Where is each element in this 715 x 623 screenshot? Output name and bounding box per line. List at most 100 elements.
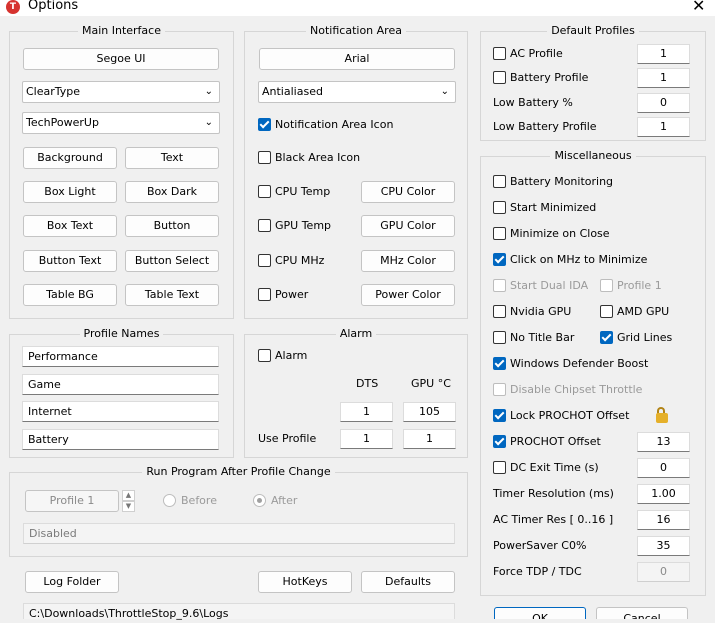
use-profile-gpu-input[interactable]: 1 bbox=[403, 429, 456, 449]
cpu-temp-checkbox[interactable]: CPU Temp bbox=[258, 185, 330, 198]
checkbox-icon bbox=[258, 254, 271, 267]
background-color-button[interactable]: Background bbox=[23, 147, 117, 169]
minimize-on-close-checkbox[interactable]: Minimize on Close bbox=[493, 227, 610, 240]
cancel-button[interactable]: Cancel bbox=[596, 607, 688, 619]
gpu-temp-checkbox[interactable]: GPU Temp bbox=[258, 219, 331, 232]
click-mhz-minimize-checkbox[interactable]: Click on MHz to Minimize bbox=[493, 253, 647, 266]
profile1-checkbox[interactable]: Profile 1 bbox=[600, 279, 662, 292]
chevron-down-icon: ⌄ bbox=[204, 117, 213, 128]
box-light-button[interactable]: Box Light bbox=[23, 181, 117, 203]
gpu-color-button[interactable]: GPU Color bbox=[361, 215, 455, 237]
default-profiles-title: Default Profiles bbox=[547, 24, 639, 37]
no-title-bar-checkbox[interactable]: No Title Bar bbox=[493, 331, 574, 344]
ac-profile-input[interactable]: 1 bbox=[637, 44, 690, 64]
low-battery-profile-label: Low Battery Profile bbox=[493, 120, 597, 133]
lock-icon bbox=[656, 407, 670, 423]
checkbox-checked-icon bbox=[493, 357, 506, 370]
battery-profile-checkbox[interactable]: Battery Profile bbox=[493, 71, 588, 84]
radio-selected-icon bbox=[253, 494, 266, 507]
prochot-offset-input[interactable]: 13 bbox=[637, 432, 690, 452]
after-radio[interactable]: After bbox=[253, 494, 297, 507]
start-dual-ida-checkbox[interactable]: Start Dual IDA bbox=[493, 279, 588, 292]
run-program-profile-button[interactable]: Profile 1 bbox=[25, 490, 119, 512]
checkbox-checked-icon bbox=[258, 118, 271, 131]
alarm-checkbox[interactable]: Alarm bbox=[258, 349, 307, 362]
checkbox-icon bbox=[493, 331, 506, 344]
log-folder-button[interactable]: Log Folder bbox=[25, 571, 119, 593]
power-checkbox[interactable]: Power bbox=[258, 288, 308, 301]
text-color-button[interactable]: Text bbox=[125, 147, 219, 169]
defaults-button[interactable]: Defaults bbox=[361, 571, 455, 593]
profile-names-title: Profile Names bbox=[79, 327, 164, 340]
mhz-color-button[interactable]: MHz Color bbox=[361, 250, 455, 272]
grid-lines-checkbox[interactable]: Grid Lines bbox=[600, 331, 672, 344]
profile-name-4-input[interactable]: Battery bbox=[22, 429, 219, 450]
profile-spin-up-icon[interactable]: ▲ bbox=[122, 490, 135, 501]
profile-name-3-input[interactable]: Internet bbox=[22, 401, 219, 422]
box-dark-button[interactable]: Box Dark bbox=[125, 181, 219, 203]
notification-area-icon-checkbox[interactable]: Notification Area Icon bbox=[258, 118, 393, 131]
nvidia-gpu-checkbox[interactable]: Nvidia GPU bbox=[493, 305, 571, 318]
dc-exit-time-input[interactable]: 0 bbox=[637, 458, 690, 478]
disable-chipset-throttle-checkbox[interactable]: Disable Chipset Throttle bbox=[493, 383, 642, 396]
defender-boost-checkbox[interactable]: Windows Defender Boost bbox=[493, 357, 648, 370]
log-path-field[interactable]: C:\Downloads\ThrottleStop_9.6\Logs bbox=[23, 603, 455, 620]
black-area-icon-checkbox[interactable]: Black Area Icon bbox=[258, 151, 360, 164]
timer-resolution-input[interactable]: 1.00 bbox=[637, 484, 690, 504]
checkbox-checked-icon bbox=[493, 435, 506, 448]
hotkeys-button[interactable]: HotKeys bbox=[258, 571, 352, 593]
prochot-offset-checkbox[interactable]: PROCHOT Offset bbox=[493, 435, 601, 448]
miscellaneous-title: Miscellaneous bbox=[550, 149, 636, 162]
main-theme-select[interactable]: TechPowerUp ⌄ bbox=[22, 112, 220, 134]
table-bg-button[interactable]: Table BG bbox=[23, 284, 117, 306]
battery-profile-input[interactable]: 1 bbox=[637, 68, 690, 88]
notification-area-group: Notification Area bbox=[244, 24, 468, 319]
main-font-button[interactable]: Segoe UI bbox=[23, 48, 219, 70]
checkbox-icon bbox=[258, 288, 271, 301]
low-battery-profile-input[interactable]: 1 bbox=[637, 117, 690, 137]
cpu-color-button[interactable]: CPU Color bbox=[361, 181, 455, 203]
cpu-mhz-checkbox[interactable]: CPU MHz bbox=[258, 254, 324, 267]
alarm-gpu-input[interactable]: 105 bbox=[403, 402, 456, 422]
force-tdp-input[interactable]: 0 bbox=[637, 562, 690, 582]
button-color-button[interactable]: Button bbox=[125, 215, 219, 237]
miscellaneous-group: Miscellaneous bbox=[480, 149, 706, 596]
alarm-title: Alarm bbox=[335, 327, 377, 340]
checkbox-checked-icon bbox=[493, 409, 506, 422]
battery-monitoring-checkbox[interactable]: Battery Monitoring bbox=[493, 175, 613, 188]
profile-name-1-input[interactable]: Performance bbox=[22, 346, 219, 367]
run-program-title: Run Program After Profile Change bbox=[142, 465, 335, 478]
checkbox-icon bbox=[493, 461, 506, 474]
table-text-button[interactable]: Table Text bbox=[125, 284, 219, 306]
checkbox-icon bbox=[493, 305, 506, 318]
alarm-dts-input[interactable]: 1 bbox=[340, 402, 393, 422]
ac-profile-checkbox[interactable]: AC Profile bbox=[493, 47, 563, 60]
radio-icon bbox=[163, 494, 176, 507]
power-color-button[interactable]: Power Color bbox=[361, 284, 455, 306]
gpu-column-label: GPU °C bbox=[411, 377, 451, 390]
before-radio[interactable]: Before bbox=[163, 494, 217, 507]
notification-font-button[interactable]: Arial bbox=[259, 48, 455, 70]
use-profile-dts-input[interactable]: 1 bbox=[340, 429, 393, 449]
close-icon[interactable]: ✕ bbox=[692, 0, 705, 15]
chevron-down-icon: ⌄ bbox=[440, 86, 449, 97]
ac-timer-res-label: AC Timer Res [ 0..16 ] bbox=[493, 513, 614, 526]
button-text-button[interactable]: Button Text bbox=[23, 250, 117, 272]
box-text-button[interactable]: Box Text bbox=[23, 215, 117, 237]
profile-spin-down-icon[interactable]: ▼ bbox=[122, 501, 135, 512]
main-render-select[interactable]: ClearType ⌄ bbox=[22, 81, 220, 103]
ok-button[interactable]: OK bbox=[494, 607, 586, 619]
amd-gpu-checkbox[interactable]: AMD GPU bbox=[600, 305, 669, 318]
button-select-button[interactable]: Button Select bbox=[125, 250, 219, 272]
start-minimized-checkbox[interactable]: Start Minimized bbox=[493, 201, 596, 214]
ac-timer-res-input[interactable]: 16 bbox=[637, 510, 690, 530]
powersaver-input[interactable]: 35 bbox=[637, 536, 690, 556]
lock-prochot-checkbox[interactable]: Lock PROCHOT Offset bbox=[493, 409, 629, 422]
low-battery-percent-input[interactable]: 0 bbox=[637, 93, 690, 113]
profile-name-2-input[interactable]: Game bbox=[22, 374, 219, 395]
checkbox-icon bbox=[258, 151, 271, 164]
dc-exit-time-checkbox[interactable]: DC Exit Time (s) bbox=[493, 461, 599, 474]
notification-render-select[interactable]: Antialiased ⌄ bbox=[258, 81, 456, 103]
powersaver-label: PowerSaver C0% bbox=[493, 539, 587, 552]
run-program-path-field[interactable]: Disabled bbox=[23, 523, 455, 544]
